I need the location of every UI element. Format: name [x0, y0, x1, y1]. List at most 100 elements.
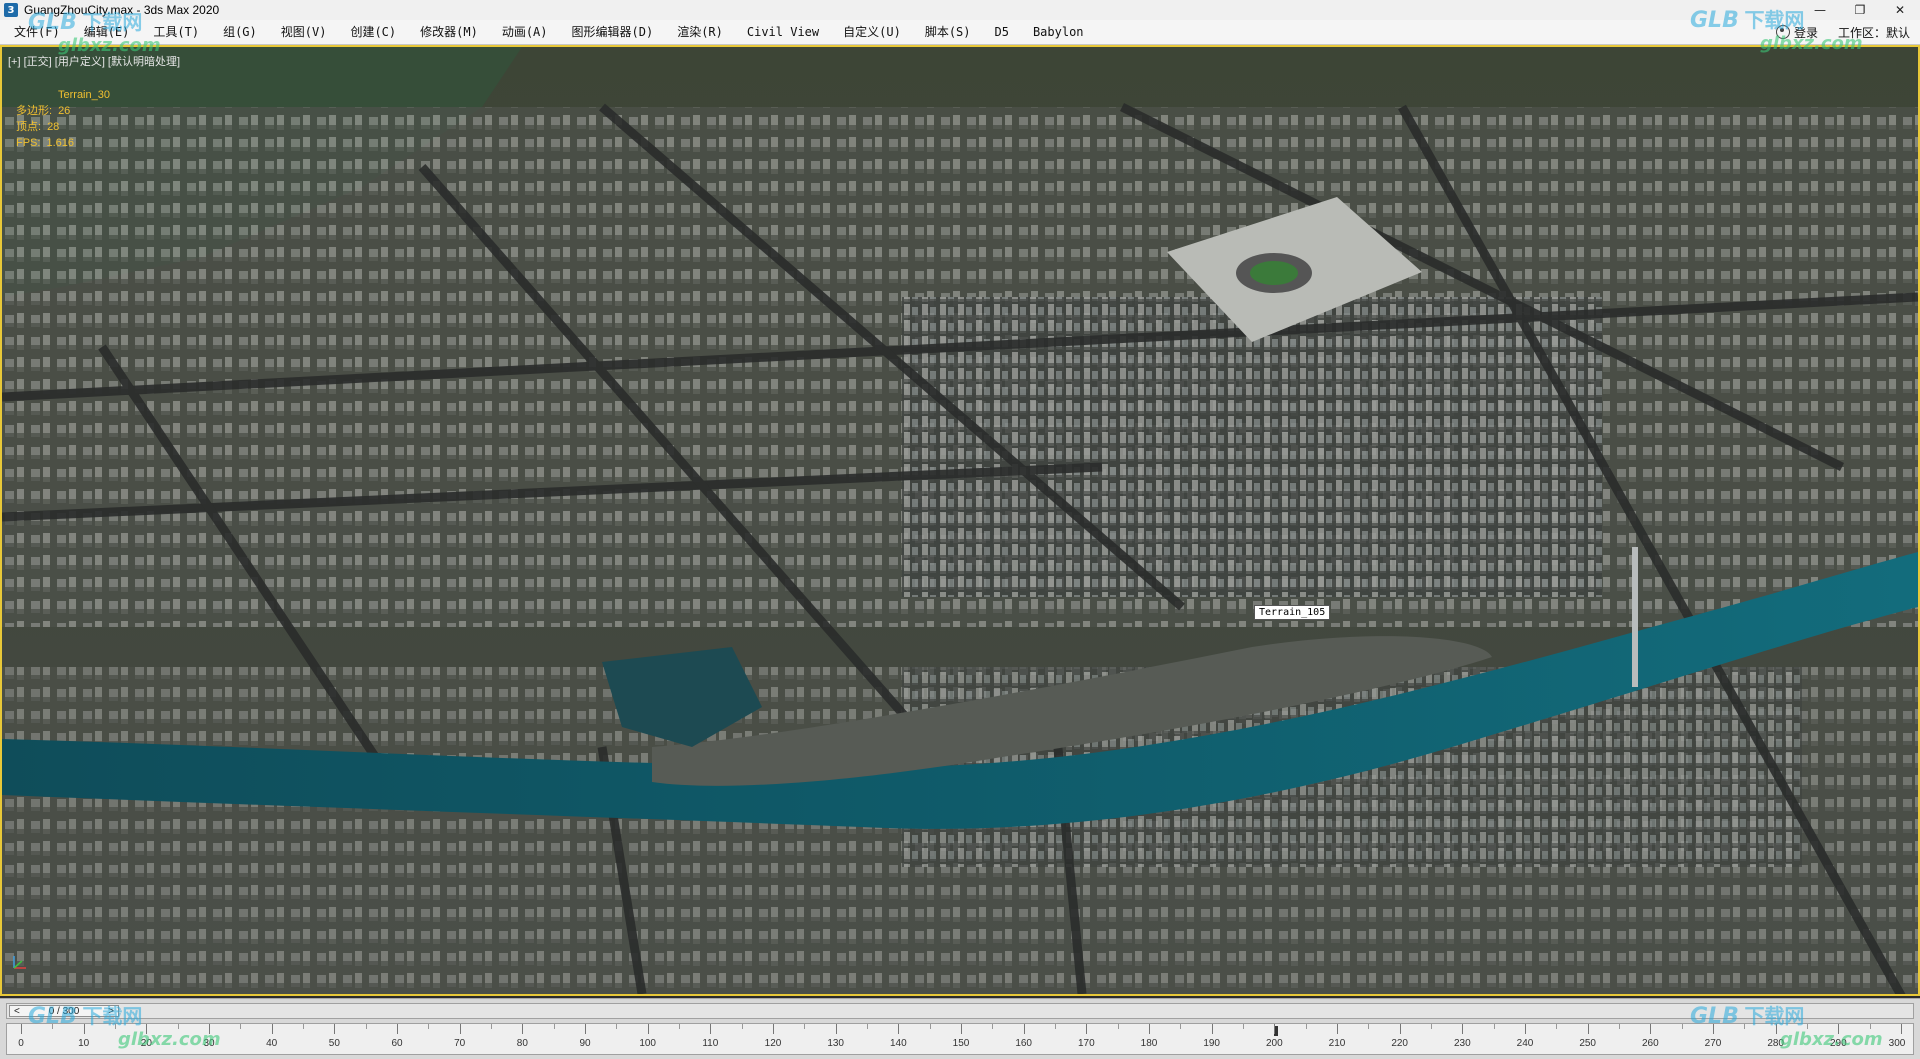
menu-modifiers[interactable]: 修改器(M) [408, 20, 490, 44]
ruler-tick-label: 80 [516, 1038, 528, 1049]
ruler-tick [898, 1024, 900, 1034]
frame-display: 0 / 300 [48, 1005, 80, 1017]
user-icon [1775, 25, 1790, 39]
stat-value: Terrain_30 [58, 89, 110, 101]
menu-view[interactable]: 视图(V) [269, 20, 339, 44]
ruler-tick [553, 1024, 555, 1029]
ruler-tick [83, 1024, 85, 1034]
minimize-button[interactable]: — [1800, 0, 1840, 20]
object-tooltip: Terrain_105 [1254, 605, 1331, 620]
ruler-tick-label: 260 [1641, 1038, 1659, 1049]
workspace-selector[interactable]: 工作区： 默认 [1828, 20, 1920, 44]
ruler-tick-label: 100 [639, 1038, 656, 1049]
ruler-tick-label: 290 [1829, 1038, 1847, 1049]
ruler-tick [1431, 1024, 1432, 1029]
ruler-tick [428, 1024, 430, 1029]
menu-tools[interactable]: 工具(T) [141, 20, 211, 44]
menu-graph-editors[interactable]: 图形编辑器(D) [560, 20, 666, 44]
title-bar: 3 GuangZhouCity.max - 3ds Max 2020 — ❐ ✕ [0, 0, 1920, 21]
ruler-tick [397, 1024, 398, 1034]
ruler-tick-label: 30 [203, 1038, 215, 1049]
workspace-label: 工作区： [1837, 25, 1886, 40]
next-frame-button[interactable]: > [108, 1006, 114, 1017]
ruler-tick [146, 1024, 148, 1034]
ruler-tick [21, 1024, 22, 1034]
timeline-panel: < 0 / 300 > 0 10 20 30 40 50 60 70 80 90 100 110 120… [0, 998, 1920, 1059]
ruler-tick [1525, 1024, 1526, 1034]
time-slider-thumb[interactable]: < 0 / 300 > [9, 1005, 119, 1017]
ruler-tick-label: 190 [1203, 1038, 1220, 1049]
axis-gizmo-icon [13, 956, 26, 969]
ruler-tick [1086, 1024, 1088, 1034]
ruler-tick-label: 0 [18, 1038, 24, 1049]
ruler-tick [1681, 1024, 1683, 1029]
ruler-tick-label: 230 [1453, 1038, 1471, 1049]
menu-customize[interactable]: 自定义(U) [831, 20, 913, 44]
ruler-tick-label: 240 [1516, 1038, 1534, 1049]
ruler-tick [240, 1024, 242, 1029]
ruler-tick-label: 200 [1265, 1038, 1283, 1049]
ruler-tick [1869, 1024, 1871, 1029]
ruler-tick-label: 150 [952, 1038, 970, 1049]
ruler-tick-label: 70 [454, 1038, 466, 1049]
ruler-tick [522, 1024, 524, 1034]
ruler-tick-label: 60 [391, 1038, 403, 1049]
ruler-tick [616, 1024, 618, 1029]
ruler-tick [992, 1024, 994, 1029]
ruler-tick [177, 1024, 179, 1029]
time-slider[interactable]: < 0 / 300 > [6, 1003, 1914, 1019]
menu-babylon[interactable]: Babylon [1021, 20, 1096, 44]
menu-group[interactable]: 组(G) [211, 20, 269, 44]
ruler-tick [52, 1024, 54, 1029]
menu-edit[interactable]: 编辑(E) [72, 20, 142, 44]
prev-frame-button[interactable]: < [14, 1006, 20, 1017]
menu-d5[interactable]: D5 [983, 20, 1021, 44]
ruler-tick [835, 1024, 837, 1034]
ruler-tick-label: 10 [78, 1038, 90, 1049]
ruler-tick-label: 20 [140, 1038, 152, 1049]
ruler-tick-label: 210 [1328, 1038, 1346, 1049]
ruler-tick [1117, 1024, 1119, 1029]
ruler-tick [804, 1024, 806, 1029]
stat-value: 28 [47, 121, 60, 133]
ruler-tick [1713, 1024, 1714, 1034]
track-bar[interactable]: 0 10 20 30 40 50 60 70 80 90 100 110 120 130 140 150 160… [6, 1023, 1914, 1055]
ruler-tick [1744, 1024, 1746, 1029]
ruler-tick [1243, 1024, 1244, 1029]
perspective-viewport[interactable]: [+] [正交] [用户定义] [默认明暗处理] Terrain_30 多边形:… [0, 45, 1920, 996]
menu-scripting[interactable]: 脚本(S) [913, 20, 983, 44]
login-button[interactable]: 登录 [1766, 20, 1828, 44]
ruler-tick [1211, 1024, 1213, 1034]
ruler-tick [303, 1024, 304, 1029]
ruler-tick [271, 1024, 273, 1034]
ruler-tick [1023, 1024, 1025, 1034]
ruler-tick [115, 1024, 116, 1029]
ruler-tick [773, 1024, 774, 1034]
menu-animation[interactable]: 动画(A) [490, 20, 560, 44]
stat-value: 26 [58, 105, 71, 117]
ruler-tick [1587, 1024, 1589, 1034]
menu-create[interactable]: 创建(C) [338, 20, 408, 44]
menu-rendering[interactable]: 渲染(R) [665, 20, 735, 44]
menu-civil-view[interactable]: Civil View [735, 20, 831, 44]
ruler-tick-label: 250 [1579, 1038, 1596, 1049]
close-button[interactable]: ✕ [1880, 0, 1920, 20]
ruler-tick [929, 1024, 931, 1029]
menu-file[interactable]: 文件(F) [0, 20, 72, 44]
ruler-tick [1493, 1024, 1495, 1029]
ruler-tick [1807, 1024, 1808, 1029]
viewport-label[interactable]: [+] [正交] [用户定义] [默认明暗处理] [8, 53, 180, 69]
stat-label: FPS: [16, 137, 41, 149]
ruler-tick-label: 180 [1140, 1038, 1158, 1049]
workspace-value: 默认 [1885, 25, 1910, 40]
ruler-tick [679, 1024, 680, 1029]
ruler-tick [1368, 1024, 1370, 1029]
ruler-tick-label: 270 [1704, 1038, 1722, 1049]
ruler-tick [1149, 1024, 1150, 1034]
ruler-tick-label: 90 [579, 1038, 591, 1049]
ruler-tick [1305, 1024, 1307, 1029]
maximize-button[interactable]: ❐ [1840, 0, 1880, 20]
window-title: GuangZhouCity.max - 3ds Max 2020 [24, 3, 220, 17]
stat-label: 多边形: [16, 105, 53, 117]
ruler-tick-label: 120 [764, 1038, 782, 1049]
